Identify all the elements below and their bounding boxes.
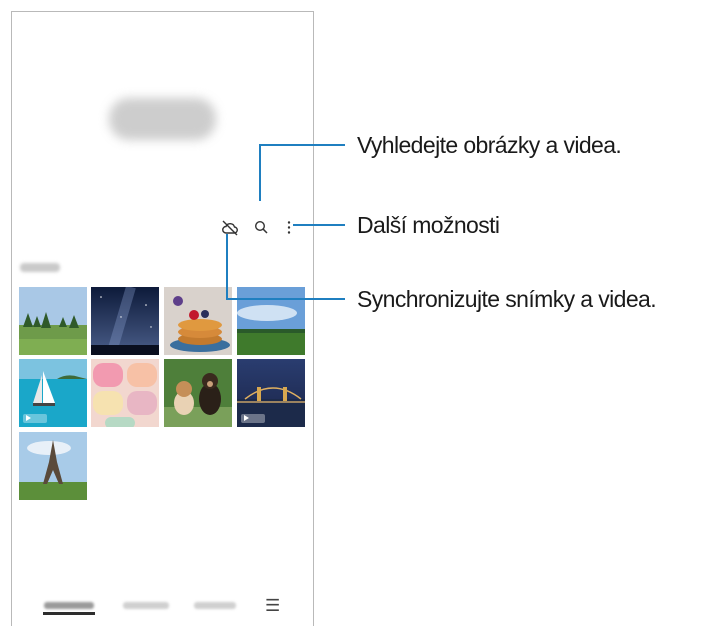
thumbnail-night-sky[interactable] (91, 287, 159, 355)
menu-icon[interactable]: ☰ (265, 597, 280, 614)
search-callout-line-vertical (259, 144, 261, 201)
thumbnail-pancakes[interactable] (164, 287, 232, 355)
callout-search: Vyhledejte obrázky a videa. (357, 132, 622, 158)
tab-albums[interactable] (123, 602, 169, 609)
page-title-blurred (109, 98, 216, 140)
sync-callout-line-vertical (226, 234, 228, 300)
active-tab-indicator (43, 612, 95, 615)
more-options-icon[interactable] (286, 220, 292, 235)
sync-callout-line-horizontal (226, 298, 345, 300)
cloud-off-icon[interactable] (221, 219, 239, 237)
thumbnail-macarons[interactable] (91, 359, 159, 427)
search-icon[interactable] (254, 220, 269, 235)
video-badge-icon (241, 414, 265, 423)
section-label-blurred (20, 263, 60, 272)
thumbnail-city-bridge[interactable] (237, 359, 305, 427)
video-badge-icon (23, 414, 47, 423)
tab-stories[interactable] (194, 602, 236, 609)
thumbnail-landscape[interactable] (19, 287, 87, 355)
search-callout-line-horizontal (259, 144, 345, 146)
more-callout-line (293, 224, 345, 226)
thumbnail-eiffel-tower[interactable] (19, 432, 87, 500)
tab-pictures[interactable] (44, 602, 94, 609)
callout-sync: Synchronizujte snímky a videa. (357, 286, 657, 312)
thumbnail-sailboat[interactable] (19, 359, 87, 427)
phone-screen: ☰ (11, 11, 314, 626)
callout-more-options: Další možnosti (357, 212, 500, 238)
thumbnail-dogs[interactable] (164, 359, 232, 427)
